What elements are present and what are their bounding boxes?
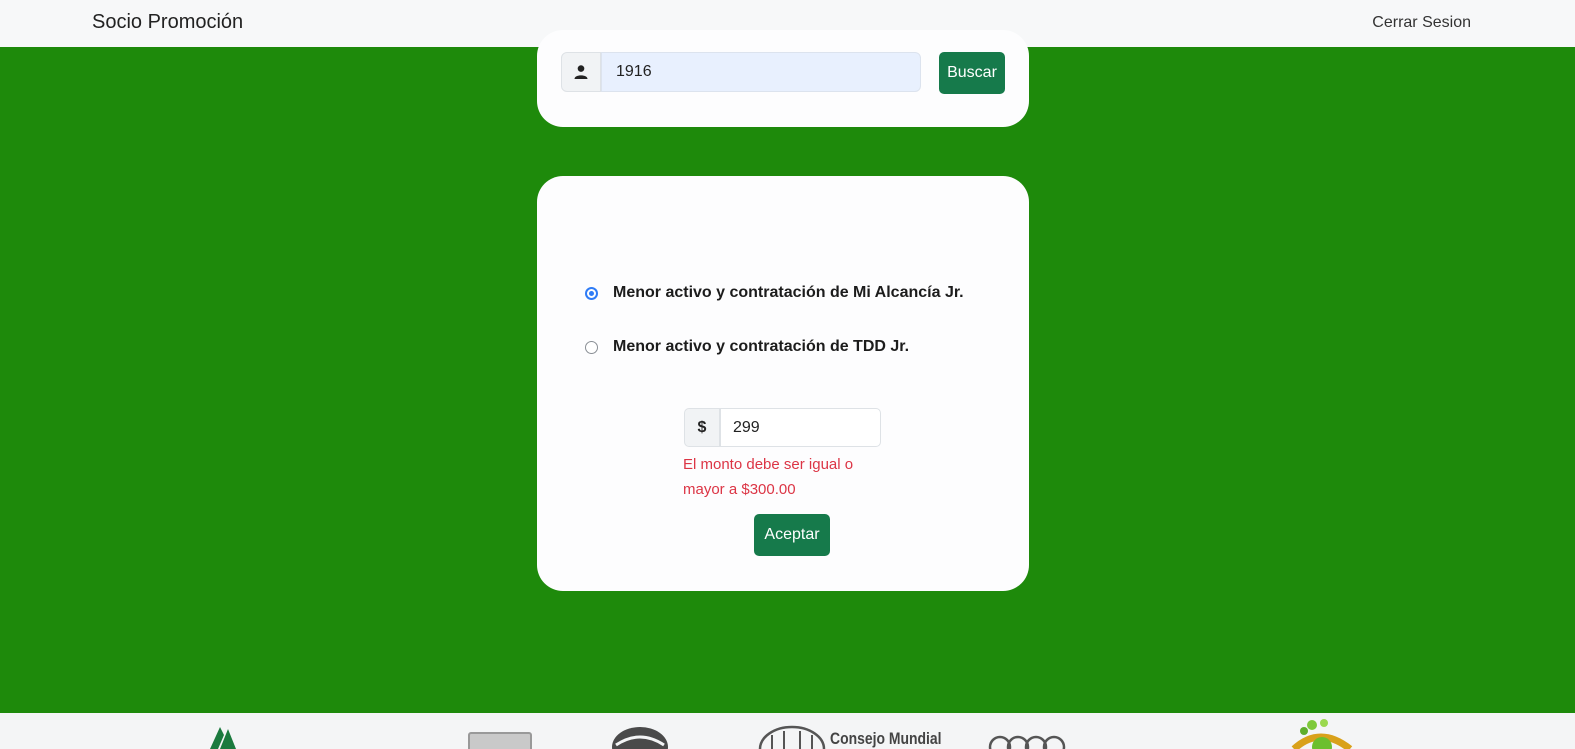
partner-logo-globe	[612, 727, 668, 749]
amount-error-message: El monto debe ser igual o mayor a $300.0…	[683, 456, 854, 498]
consejo-mundial-text: Consejo Mundial	[830, 729, 942, 748]
currency-addon: $	[684, 408, 720, 447]
partner-logos-footer: Consejo Mundial	[0, 713, 1575, 749]
partner-logo-gray	[468, 732, 532, 749]
member-number-input[interactable]	[601, 52, 921, 92]
option-label: Menor activo y contratación de Mi Alcanc…	[613, 284, 964, 301]
partner-logo-green-dots	[1291, 719, 1353, 749]
brand-link[interactable]: Socio Promoción	[92, 11, 243, 34]
accept-button[interactable]: Aceptar	[754, 514, 830, 556]
consejo-mundial-emblem	[758, 725, 826, 749]
coop-tree-logo	[210, 727, 236, 749]
member-search-group	[561, 52, 921, 92]
logout-link[interactable]: Cerrar Sesion	[1372, 14, 1471, 32]
partner-logo-rings	[988, 735, 1066, 749]
promotion-form-card: Menor activo y contratación de Mi Alcanc…	[537, 176, 1029, 591]
search-card: Buscar	[537, 30, 1029, 127]
amount-input[interactable]	[720, 408, 881, 447]
amount-group: $	[684, 408, 881, 447]
option-label: Menor activo y contratación de TDD Jr.	[613, 338, 910, 355]
option-mi-alcancia[interactable]: Menor activo y contratación de Mi Alcanc…	[585, 284, 964, 302]
radio-button[interactable]	[585, 340, 598, 354]
option-tdd[interactable]: Menor activo y contratación de TDD Jr.	[585, 338, 909, 356]
search-button[interactable]: Buscar	[939, 52, 1005, 94]
radio-button-selected[interactable]	[585, 286, 598, 300]
user-icon	[561, 52, 601, 92]
